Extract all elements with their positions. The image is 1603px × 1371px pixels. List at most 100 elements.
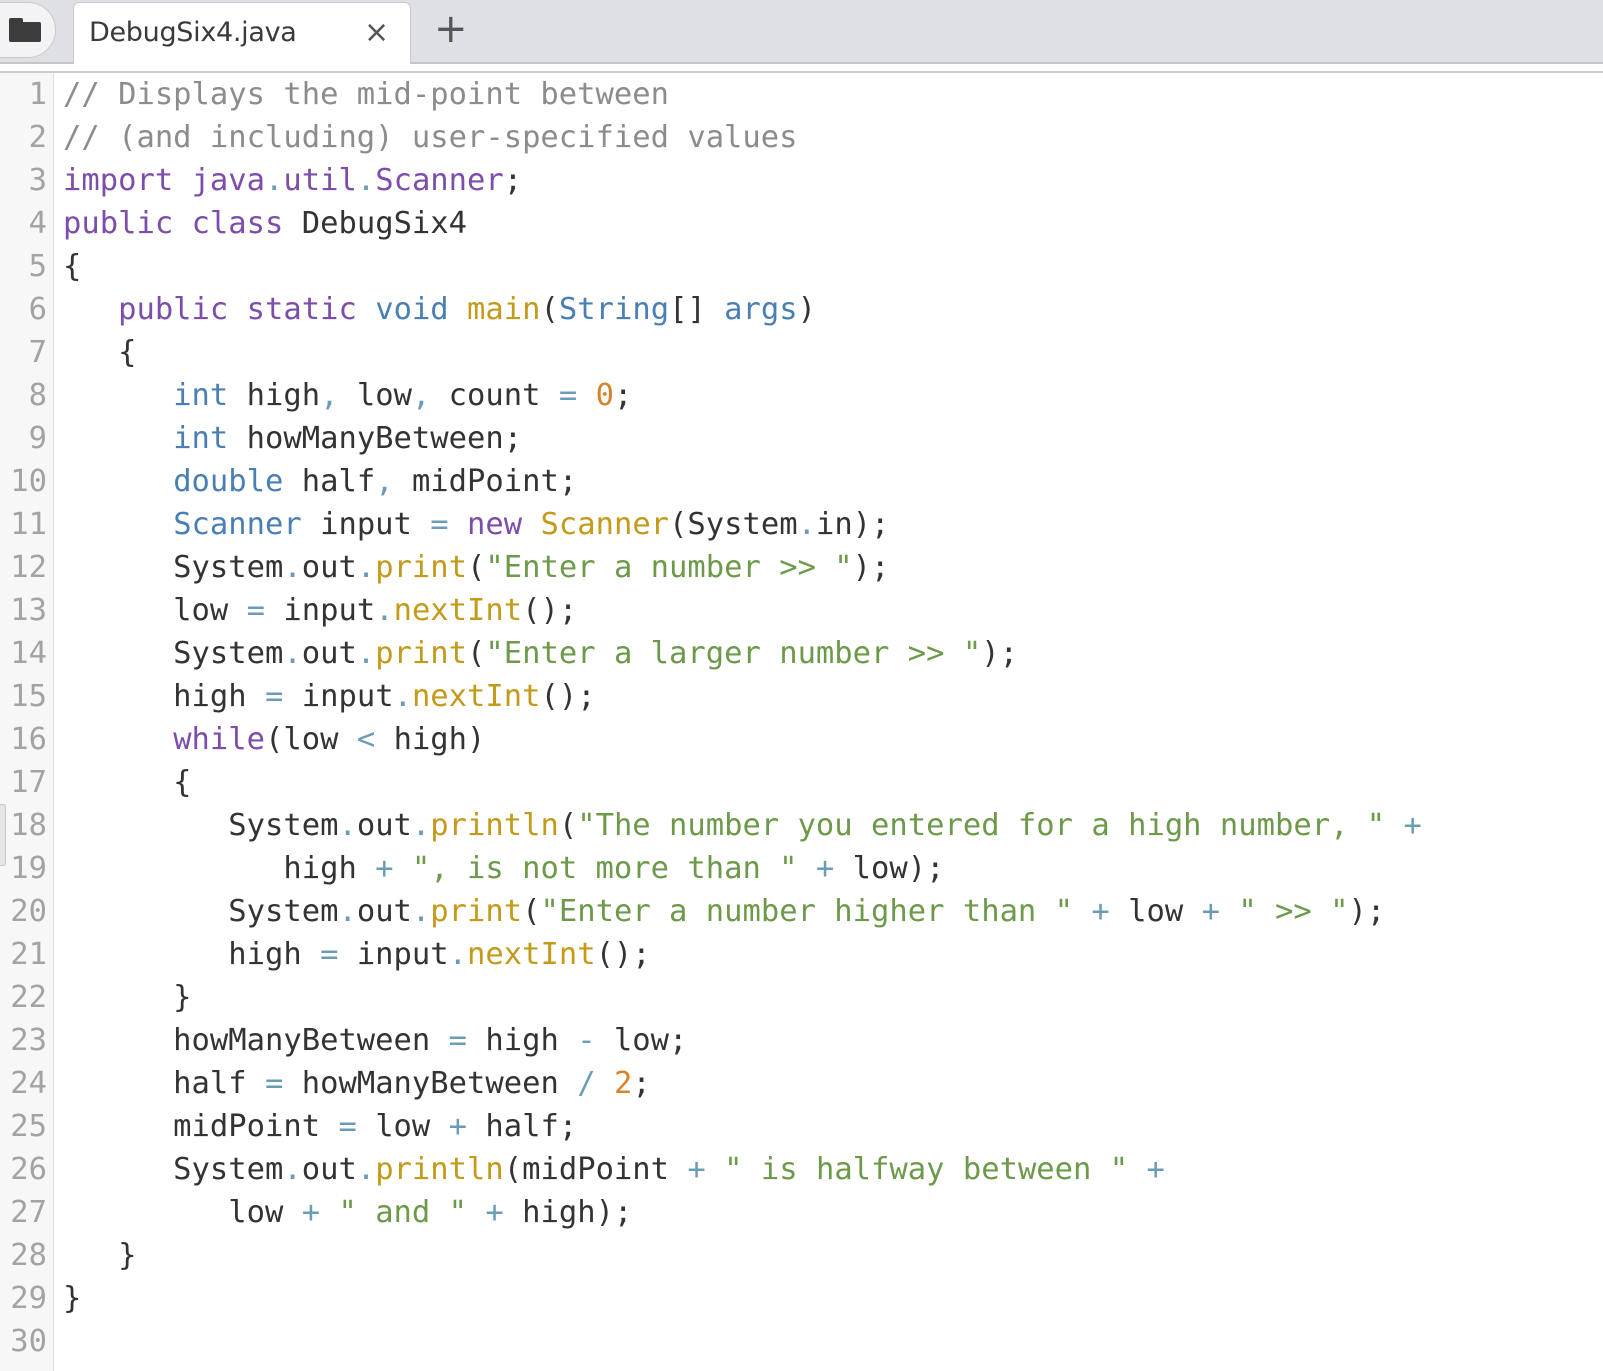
code-line[interactable]: 3 import java.util.Scanner; [0, 159, 1603, 202]
line-number: 13 [10, 593, 47, 628]
code-token: half [63, 1066, 265, 1101]
code-line[interactable]: 18 System.out.println("The number you en… [0, 804, 1603, 847]
code-token: high [63, 937, 321, 972]
line-number: 23 [10, 1023, 47, 1058]
operator-token: - [577, 1023, 596, 1058]
code-line[interactable]: 16 while(low < high) [0, 718, 1603, 761]
keyword-token: import [63, 163, 174, 198]
code-line[interactable]: 9 int howManyBetween; [0, 417, 1603, 460]
code-text: } [63, 976, 192, 1019]
line-number: 5 [28, 249, 47, 284]
code-line[interactable]: 27 low + " and " + high); [0, 1191, 1603, 1234]
code-line[interactable]: 7 { [0, 331, 1603, 374]
code-token: high) [375, 722, 486, 757]
operator-token: = [558, 378, 578, 413]
function-token: print [375, 550, 468, 585]
operator-token: = [448, 1023, 467, 1058]
code-token: howManyBetween [63, 1023, 449, 1058]
code-line[interactable]: 8 int high, low, count = 0; [0, 374, 1603, 417]
code-line[interactable]: 20 System.out.print("Enter a number high… [0, 890, 1603, 933]
code-text: System.out.print("Enter a larger number … [63, 632, 1018, 675]
keyword-token: new [467, 507, 523, 542]
code-line[interactable]: 6 public static void main(String[] args) [0, 288, 1603, 331]
code-text: howManyBetween = high - low; [63, 1019, 687, 1062]
operator-token: . [797, 507, 816, 542]
code-token: howManyBetween [283, 1066, 578, 1101]
code-text: half = howManyBetween / 2; [63, 1062, 651, 1105]
code-text: } [63, 1234, 136, 1277]
close-icon[interactable]: × [364, 15, 389, 50]
type-token: void [375, 292, 449, 327]
function-token: main [467, 292, 541, 327]
line-number: 11 [10, 507, 47, 542]
operator-token: , [375, 464, 394, 499]
operator-token: . [338, 808, 357, 843]
open-folder-button[interactable] [0, 2, 56, 58]
code-line[interactable]: 15 high = input.nextInt(); [0, 675, 1603, 718]
code-text: System.out.println("The number you enter… [63, 804, 1422, 847]
code-text: System.out.print("Enter a number higher … [63, 890, 1385, 933]
code-editor[interactable]: 1 // Displays the mid-point between 2 // (a… [0, 73, 1603, 1371]
code-token: midPoint; [393, 464, 578, 499]
operator-token: + [687, 1152, 706, 1187]
code-line[interactable]: 21 high = input.nextInt(); [0, 933, 1603, 976]
code-line[interactable]: 26 System.out.println(midPoint + " is ha… [0, 1148, 1603, 1191]
code-line[interactable]: 1 // Displays the mid-point between [0, 73, 1603, 116]
code-token: low [356, 1109, 449, 1144]
code-token: } [63, 1281, 82, 1316]
code-text: high + ", is not more than " + low); [63, 847, 944, 890]
code-line[interactable]: 2 // (and including) user-specified value… [0, 116, 1603, 159]
code-token: System [63, 1152, 284, 1187]
operator-token: . [283, 636, 302, 671]
code-line[interactable]: 24 half = howManyBetween / 2; [0, 1062, 1603, 1105]
code-line[interactable]: 14 System.out.print("Enter a larger numb… [0, 632, 1603, 675]
code-token: ( [467, 550, 486, 585]
code-token: System [63, 550, 284, 585]
code-token: } [63, 980, 192, 1015]
code-token: ; [503, 163, 523, 198]
code-token: input [265, 593, 376, 628]
keyword-token: java [191, 163, 266, 198]
code-line[interactable]: 25 midPoint = low + half; [0, 1105, 1603, 1148]
code-token: ( [522, 894, 541, 929]
file-tab[interactable]: DebugSix4.java × [73, 2, 411, 64]
code-token: { [63, 249, 82, 284]
keyword-token: class [191, 206, 284, 241]
code-text: high = input.nextInt(); [63, 675, 595, 718]
keyword-token: Scanner [375, 163, 504, 198]
operator-token: + [375, 851, 394, 886]
code-line[interactable]: 13 low = input.nextInt(); [0, 589, 1603, 632]
line-number: 21 [10, 937, 47, 972]
code-line[interactable]: 17 { [0, 761, 1603, 804]
code-line[interactable]: 29} [0, 1277, 1603, 1320]
code-line[interactable]: 12 System.out.print("Enter a number >> "… [0, 546, 1603, 589]
operator-token: . [448, 937, 468, 972]
code-token: (low [265, 722, 357, 757]
keyword-token: while [173, 722, 266, 757]
operator-token: , [411, 378, 431, 413]
operator-token: . [283, 1152, 302, 1187]
code-token: ( [558, 808, 578, 843]
code-line[interactable]: 5{ [0, 245, 1603, 288]
code-text: Scanner input = new Scanner(System.in); [63, 503, 889, 546]
code-line[interactable]: 28 } [0, 1234, 1603, 1277]
code-line[interactable]: 10 double half, midPoint; [0, 460, 1603, 503]
code-line[interactable]: 22 } [0, 976, 1603, 1019]
code-line[interactable]: 11 Scanner input = new Scanner(System.in… [0, 503, 1603, 546]
new-tab-plus-icon[interactable]: + [434, 6, 468, 52]
code-line[interactable]: 4 public class DebugSix4 [0, 202, 1603, 245]
code-token: (); [595, 937, 651, 972]
code-line[interactable]: 19 high + ", is not more than " + low); [0, 847, 1603, 890]
code-token: out [301, 550, 357, 585]
code-line[interactable]: 23 howManyBetween = high - low; [0, 1019, 1603, 1062]
comment-token: // Displays the mid-point between [63, 77, 669, 112]
code-token: low); [834, 851, 945, 886]
code-line[interactable]: 30 [0, 1320, 1603, 1363]
code-token: ( [467, 636, 486, 671]
